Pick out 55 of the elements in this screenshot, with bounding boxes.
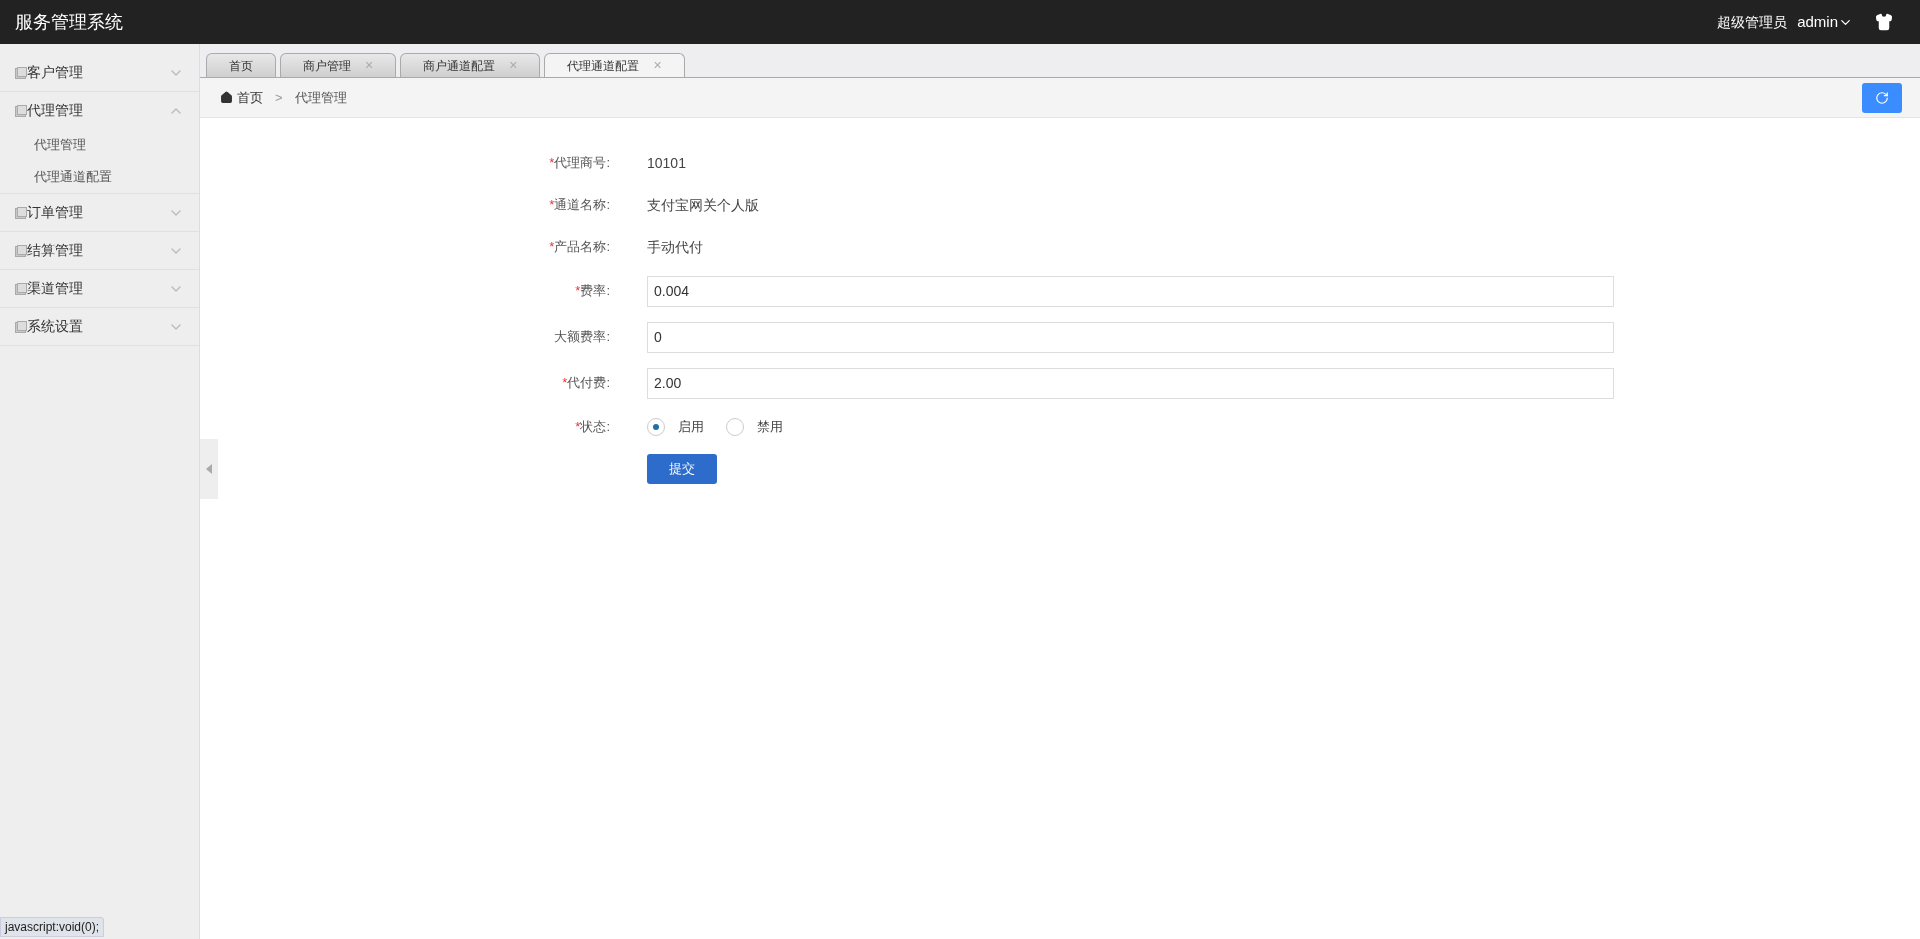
shirt-icon[interactable] — [1875, 13, 1893, 31]
folder-icon — [15, 66, 27, 79]
sidebar-item[interactable]: 订单管理 — [0, 194, 199, 231]
input-field[interactable]: 2.00 — [647, 367, 1614, 399]
folder-icon — [15, 320, 27, 333]
sidebar-label: 结算管理 — [27, 241, 83, 260]
sidebar-label: 系统设置 — [27, 317, 83, 336]
tab[interactable]: 商户管理 × — [280, 53, 397, 77]
radio-button[interactable] — [647, 418, 665, 436]
breadcrumb-link[interactable]: 首页 — [237, 87, 263, 108]
radio-button[interactable] — [726, 418, 744, 436]
field-label: *状态: — [574, 418, 611, 437]
caret-icon — [206, 464, 212, 474]
sidebar-item[interactable]: 渠道管理 — [0, 270, 199, 307]
field-label: *通道名称: — [548, 196, 611, 215]
home-icon — [220, 91, 233, 104]
tab[interactable]: 首页 — [206, 53, 276, 77]
submenu-item[interactable]: 代理通道配置 — [0, 161, 199, 193]
field-label: *代理商号: — [548, 154, 611, 173]
sidebar-label: 渠道管理 — [27, 279, 83, 298]
sidebar-label: 订单管理 — [27, 203, 83, 222]
field-label: 大额费率: — [553, 328, 611, 347]
breadcrumb-separator: > — [275, 88, 283, 107]
folder-icon — [15, 104, 27, 117]
breadcrumb-current: 代理管理 — [294, 88, 347, 107]
sidebar-label: 客户管理 — [27, 63, 83, 82]
refresh-icon — [1875, 90, 1889, 105]
field-value: 支付宝网关个人版 — [647, 195, 759, 215]
tab[interactable]: 商户通道配置 × — [400, 53, 541, 77]
field-label: *产品名称: — [548, 238, 611, 257]
role-label: 超级管理员 — [1717, 12, 1788, 32]
tab[interactable]: 代理通道配置 × — [544, 53, 685, 77]
status-bar: javascript:void(0); — [0, 917, 105, 937]
sidebar-item[interactable]: 系统设置 — [0, 308, 199, 345]
submenu-item[interactable]: 代理管理 — [0, 129, 199, 161]
radio-label[interactable]: 启用 — [678, 417, 704, 437]
field-label: *代付费: — [561, 374, 611, 393]
input-field[interactable]: 0 — [647, 321, 1614, 353]
submit-button[interactable]: 提交 — [647, 454, 717, 484]
sidebar-item[interactable]: 结算管理 — [0, 232, 199, 269]
field-label: *费率: — [574, 282, 611, 301]
folder-icon — [15, 244, 27, 257]
user-menu[interactable]: admin — [1797, 10, 1853, 34]
field-value: 10101 — [647, 153, 686, 173]
folder-icon — [15, 282, 27, 295]
refresh-button[interactable] — [1862, 82, 1902, 113]
app-title: 服务管理系统 — [15, 10, 123, 34]
input-field[interactable]: 0.004 — [647, 275, 1614, 307]
sidebar-label: 代理管理 — [27, 101, 83, 120]
radio-label[interactable]: 禁用 — [757, 417, 783, 437]
field-value: 手动代付 — [647, 237, 703, 257]
folder-icon — [15, 206, 27, 219]
collapse-handle[interactable] — [200, 439, 218, 499]
sidebar-item[interactable]: 代理管理 — [0, 92, 199, 129]
sidebar-item[interactable]: 客户管理 — [0, 54, 199, 91]
